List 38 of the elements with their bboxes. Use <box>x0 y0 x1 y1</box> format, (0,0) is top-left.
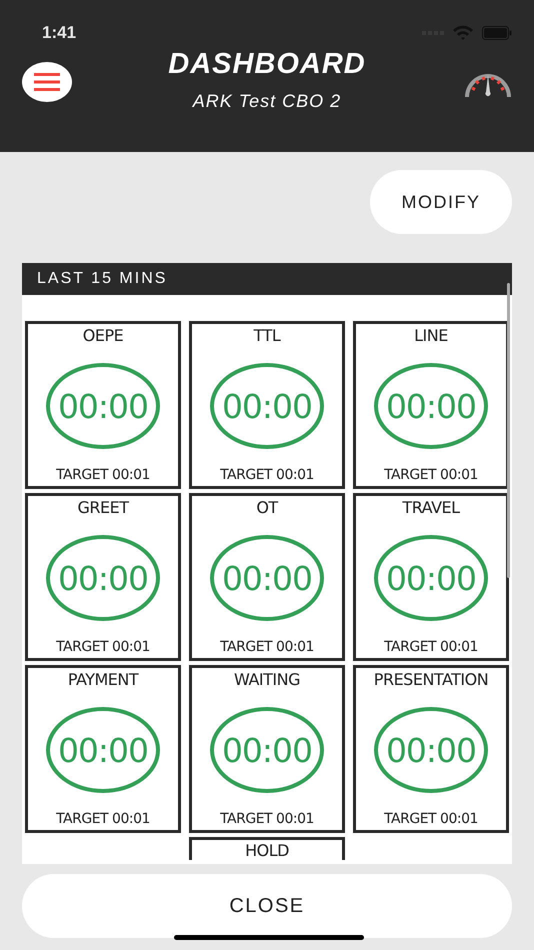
target-text: TARGET 00:01 <box>220 639 314 655</box>
target-text: TARGET 00:01 <box>220 467 314 483</box>
timer-value: 00:00 <box>58 730 148 770</box>
timer-value: 00:00 <box>386 558 476 598</box>
target-text: TARGET 00:01 <box>384 811 478 827</box>
panel-title: LAST 15 MINS <box>22 263 512 295</box>
target-text: TARGET 00:01 <box>56 811 150 827</box>
page-title: DASHBOARD <box>168 48 366 81</box>
target-text: TARGET 00:01 <box>384 467 478 483</box>
metric-label: HOLD <box>245 841 289 860</box>
timer-value: 00:00 <box>222 730 312 770</box>
target-text: TARGET 00:01 <box>384 639 478 655</box>
timer-value: 00:00 <box>386 386 476 426</box>
timer-value: 00:00 <box>222 386 312 426</box>
status-time: 1:41 <box>42 23 76 43</box>
metric-label: LINE <box>414 326 448 345</box>
metric-label: OT <box>256 498 278 517</box>
metric-label: PAYMENT <box>68 670 138 689</box>
metric-label: TTL <box>254 326 280 345</box>
target-text: TARGET 00:01 <box>56 467 150 483</box>
battery-icon <box>482 26 512 40</box>
timer-value: 00:00 <box>58 558 148 598</box>
metric-label: PRESENTATION <box>374 670 488 689</box>
target-text: TARGET 00:01 <box>220 811 314 827</box>
wifi-icon <box>452 25 474 41</box>
menu-button[interactable] <box>22 62 72 102</box>
timer-value: 00:00 <box>58 386 148 426</box>
timer-value: 00:00 <box>222 558 312 598</box>
modify-button[interactable]: MODIFY <box>370 170 512 234</box>
timer-value: 00:00 <box>386 730 476 770</box>
metric-label: TRAVEL <box>402 498 460 517</box>
target-text: TARGET 00:01 <box>56 639 150 655</box>
metric-label: WAITING <box>234 670 300 689</box>
metric-label: OEPE <box>82 326 124 345</box>
store-name: ARK Test CBO 2 <box>192 91 342 112</box>
metric-label: GREET <box>77 498 128 517</box>
menu-icon <box>34 72 60 92</box>
close-button[interactable]: CLOSE <box>22 874 512 938</box>
